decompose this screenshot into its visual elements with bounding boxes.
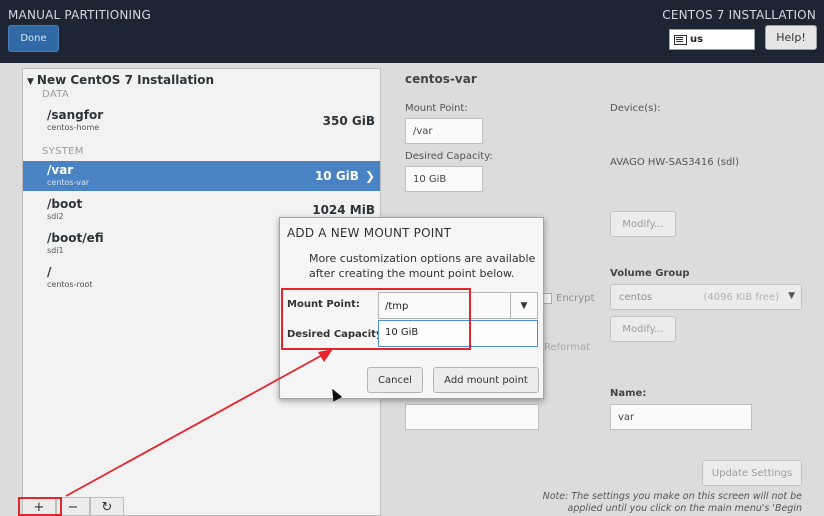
name-field[interactable]: var <box>610 404 752 430</box>
volume-group-label: Volume Group <box>610 268 690 279</box>
device-name: AVAGO HW-SAS3416 (sdl) <box>610 157 739 168</box>
desired-capacity-label: Desired Capacity: <box>405 151 493 162</box>
entry-size: 10 GiB <box>314 169 359 183</box>
add-mount-point-button[interactable]: Add mount point <box>433 367 539 393</box>
encrypt-label: Encrypt <box>556 293 595 304</box>
installation-group-label: New CentOS 7 Installation <box>36 73 215 87</box>
entry-size: 1024 MiB <box>312 203 375 217</box>
product-title: CENTOS 7 INSTALLATION <box>662 8 816 22</box>
update-settings-button[interactable]: Update Settings <box>702 460 802 486</box>
annotation-highlight-dialog-fields <box>281 288 471 350</box>
page-title: MANUAL PARTITIONING <box>8 8 151 22</box>
settings-note: Note: The settings you make on this scre… <box>542 491 802 514</box>
volume-group-select[interactable]: centos (4096 KiB free) ▼ <box>610 284 802 310</box>
refresh-icon[interactable]: ↻ <box>90 497 124 516</box>
dialog-description: More customization options are available… <box>309 251 535 281</box>
keyboard-layout-label: us <box>690 34 704 45</box>
section-label-data: DATA <box>42 89 69 100</box>
entry-device: sdi2 <box>47 212 64 221</box>
dialog-description-line: More customization options are available <box>309 252 536 265</box>
label-field[interactable] <box>405 404 539 430</box>
entry-device: sdi1 <box>47 246 64 255</box>
cancel-button[interactable]: Cancel <box>367 367 423 393</box>
entry-device: centos-home <box>47 123 100 132</box>
dialog-description-line: after creating the mount point below. <box>309 267 515 280</box>
modify-device-button[interactable]: Modify... <box>610 211 676 237</box>
annotation-highlight-add-button <box>18 497 62 516</box>
entry-mount: / <box>47 265 52 279</box>
collapse-triangle-icon[interactable]: ▼ <box>27 77 34 87</box>
top-bar: MANUAL PARTITIONING Done CENTOS 7 INSTAL… <box>0 0 824 63</box>
reformat-label: Reformat <box>544 342 591 353</box>
installation-group-header[interactable]: ▼ New CentOS 7 Installation <box>27 73 214 87</box>
volume-group-free: (4096 KiB free) <box>703 292 779 303</box>
partition-entry-var[interactable]: /var centos-var 10 GiB ❯ <box>23 161 380 191</box>
chevron-down-icon: ▼ <box>788 291 795 301</box>
entry-device: centos-root <box>47 280 93 289</box>
dialog-title: ADD A NEW MOUNT POINT <box>287 226 452 240</box>
devices-label: Device(s): <box>610 103 661 114</box>
entry-device: centos-var <box>47 178 90 187</box>
entry-mount: /boot/efi <box>47 231 104 245</box>
detail-title: centos-var <box>405 72 477 86</box>
desired-capacity-field[interactable]: 10 GiB <box>405 166 483 192</box>
checkbox-icon <box>543 293 552 304</box>
volume-group-name: centos <box>619 292 653 303</box>
mount-point-label: Mount Point: <box>405 103 468 114</box>
name-label: Name: <box>610 388 647 399</box>
dropdown-arrow-icon[interactable]: ▼ <box>510 293 537 318</box>
section-label-system: SYSTEM <box>42 146 84 157</box>
entry-mount: /var <box>47 163 74 177</box>
entry-mount: /sangfor <box>47 108 104 122</box>
encrypt-checkbox[interactable]: Encrypt <box>543 293 594 304</box>
keyboard-layout-indicator[interactable]: us <box>669 29 755 50</box>
mount-point-field[interactable]: /var <box>405 118 483 144</box>
entry-size-wrap: 10 GiB ❯ <box>315 169 375 183</box>
help-button[interactable]: Help! <box>765 25 817 50</box>
done-button[interactable]: Done <box>8 25 59 52</box>
keyboard-icon <box>674 34 687 45</box>
chevron-right-icon: ❯ <box>364 169 375 183</box>
entry-size: 350 GiB <box>322 114 375 128</box>
partition-entry-sangfor[interactable]: /sangfor centos-home 350 GiB <box>23 106 380 136</box>
modify-volume-group-button[interactable]: Modify... <box>610 316 676 342</box>
entry-mount: /boot <box>47 197 83 211</box>
